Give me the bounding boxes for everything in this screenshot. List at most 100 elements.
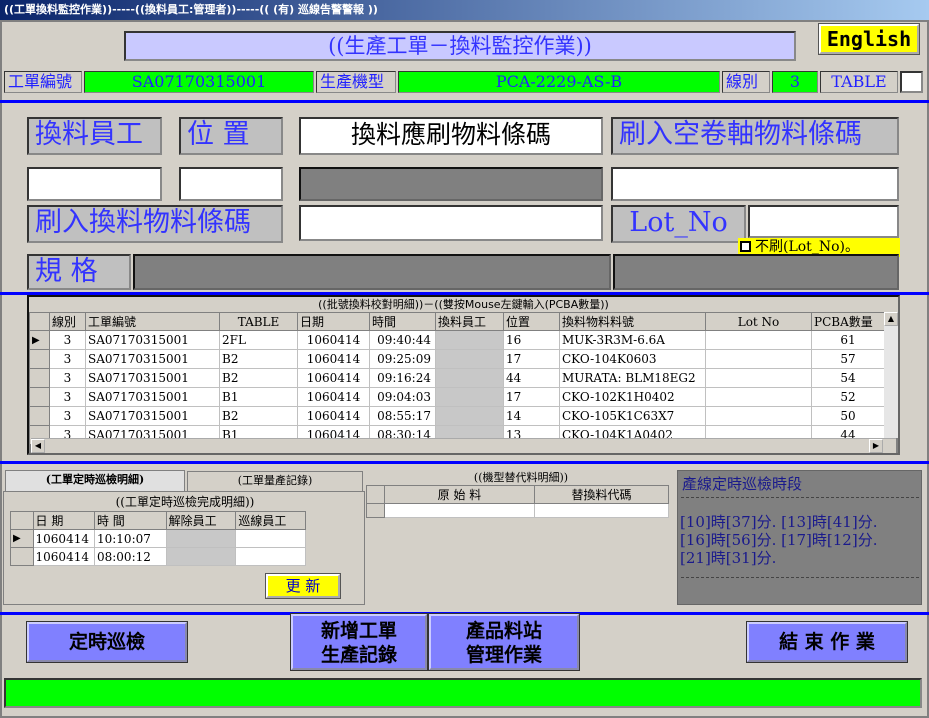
english-button[interactable]: English [818,23,920,55]
scroll-left-icon[interactable]: ◀ [31,439,45,453]
cell-operator[interactable] [435,406,504,426]
cell-order[interactable]: SA07170315001 [85,368,220,388]
cell-operator[interactable] [435,387,504,407]
cell-position[interactable]: 44 [503,368,560,388]
cell-part[interactable]: CKO-104K0603 [559,349,706,369]
cell-part[interactable]: CKO-105K1C63X7 [559,406,706,426]
table-row[interactable]: ▶ 1060414 10:10:07 [10,529,306,548]
cell-part[interactable]: MUK-3R3M-6.6A [559,330,706,350]
col-original-material[interactable]: 原 始 料 [384,485,535,504]
cell-release-operator[interactable] [165,547,237,566]
cell-time[interactable]: 08:00:12 [93,547,167,566]
lot-no-input[interactable] [748,205,899,238]
table-row[interactable]: ▶ 3 SA07170315001 2FL 1060414 09:40:44 16 MUK-3… [29,330,885,350]
col-lot[interactable]: Lot No [705,312,812,331]
cell-line[interactable]: 3 [49,406,86,426]
col-time[interactable]: 時間 [369,312,436,331]
table-row[interactable]: 1060414 08:00:12 [10,547,306,566]
row-selector[interactable] [29,368,50,388]
cell-position[interactable]: 17 [503,387,560,407]
col-operator[interactable]: 換料員工 [435,312,504,331]
cell-release-operator[interactable] [165,529,237,548]
cell-line[interactable]: 3 [49,349,86,369]
cell-qty[interactable]: 61 [811,330,885,350]
table-row[interactable]: 3 SA07170315001 B2 1060414 09:16:24 44 MURATA:… [29,368,885,388]
scan-material-input[interactable] [299,205,603,241]
cell-order[interactable]: SA07170315001 [85,387,220,407]
table-row[interactable]: 3 SA07170315001 B2 1060414 08:55:17 14 CKO-105… [29,406,885,426]
cell-table[interactable]: 2FL [219,330,298,350]
table-row[interactable] [366,503,669,518]
scroll-up-icon[interactable]: ▲ [884,312,898,326]
cell-qty[interactable]: 52 [811,387,885,407]
cell-date[interactable]: 1060414 [297,387,370,407]
cell-operator[interactable] [435,330,504,350]
cell-table[interactable]: B2 [219,406,298,426]
cell-qty[interactable]: 50 [811,406,885,426]
new-order-record-button[interactable]: 新增工單 生產記錄 [290,613,428,671]
col-qty[interactable]: PCBA數量 [811,312,885,331]
alt-material-table[interactable]: 原 始 料 替換料代碼 [366,485,669,518]
cell-table[interactable]: B1 [219,387,298,407]
batch-grid-vscroll[interactable]: ▲ [884,312,898,438]
empty-reel-input[interactable] [611,167,899,201]
row-selector[interactable] [29,349,50,369]
cell-order[interactable]: SA07170315001 [85,349,220,369]
table-row[interactable]: 3 SA07170315001 B2 1060414 09:25:09 17 CKO-104… [29,349,885,369]
col-position[interactable]: 位置 [503,312,560,331]
checkbox-box[interactable] [740,241,751,252]
scroll-right-icon[interactable]: ▶ [869,439,883,453]
cell-lot[interactable] [705,368,812,388]
cell-line[interactable]: 3 [49,330,86,350]
col-table[interactable]: TABLE [219,312,298,331]
cell-order[interactable]: SA07170315001 [85,330,220,350]
inspection-table[interactable]: 日 期 時 間 解除員工 巡線員工 ▶ 1060414 10:10:07 106041… [10,511,306,566]
cell-time[interactable]: 10:10:07 [93,529,167,548]
cell-part[interactable]: CKO-102K1H0402 [559,387,706,407]
current-row-icon[interactable]: ▶ [10,529,34,548]
cell-position[interactable]: 17 [503,349,560,369]
position-input[interactable] [179,167,283,201]
cell-qty[interactable]: 57 [811,349,885,369]
cell-patrol-operator[interactable] [235,529,306,548]
cell-qty[interactable]: 54 [811,368,885,388]
cell-line[interactable]: 3 [49,368,86,388]
cell-line[interactable]: 3 [49,387,86,407]
cell-position[interactable]: 14 [503,406,560,426]
col-time[interactable]: 時 間 [93,511,167,530]
col-date[interactable]: 日 期 [32,511,95,530]
cell-operator[interactable] [435,368,504,388]
row-selector[interactable] [29,387,50,407]
col-part[interactable]: 換料物料料號 [559,312,706,331]
cell-time[interactable]: 09:40:44 [369,330,436,350]
cell-table[interactable]: B2 [219,349,298,369]
cell-lot[interactable] [705,406,812,426]
cell-lot[interactable] [705,387,812,407]
cell-order[interactable]: SA07170315001 [85,406,220,426]
cell-date[interactable]: 1060414 [297,406,370,426]
cell-part[interactable]: MURATA: BLM18EG2 [559,368,706,388]
col-substitute-code[interactable]: 替換料代碼 [534,485,669,504]
cell-time[interactable]: 08:55:17 [369,406,436,426]
table-row[interactable]: 3 SA07170315001 B1 1060414 09:04:03 17 CKO-102… [29,387,885,407]
row-selector[interactable] [29,406,50,426]
cell-lot[interactable] [705,330,812,350]
cell-time[interactable]: 09:16:24 [369,368,436,388]
cell-date[interactable]: 1060414 [32,529,95,548]
tab-timed-inspection[interactable]: (工單定時巡檢明細) [5,470,185,492]
cell-date[interactable]: 1060414 [297,368,370,388]
batch-grid[interactable]: ((批號換料校對明細))－((雙按Mouse左鍵輸入(PCBA數量)) 線別 工… [27,295,900,455]
col-order[interactable]: 工單編號 [85,312,220,331]
cell-time[interactable]: 09:04:03 [369,387,436,407]
update-button[interactable]: 更 新 [265,573,341,599]
cell-position[interactable]: 16 [503,330,560,350]
cell-patrol-operator[interactable] [235,547,306,566]
tab-production-record[interactable]: (工單量產記錄) [187,471,363,491]
col-line[interactable]: 線別 [49,312,86,331]
timed-patrol-button[interactable]: 定時巡檢 [26,621,188,663]
col-date[interactable]: 日期 [297,312,370,331]
end-job-button[interactable]: 結 束 作 業 [746,621,908,663]
cell-table[interactable]: B2 [219,368,298,388]
cell-operator[interactable] [435,349,504,369]
row-selector[interactable] [10,547,34,566]
